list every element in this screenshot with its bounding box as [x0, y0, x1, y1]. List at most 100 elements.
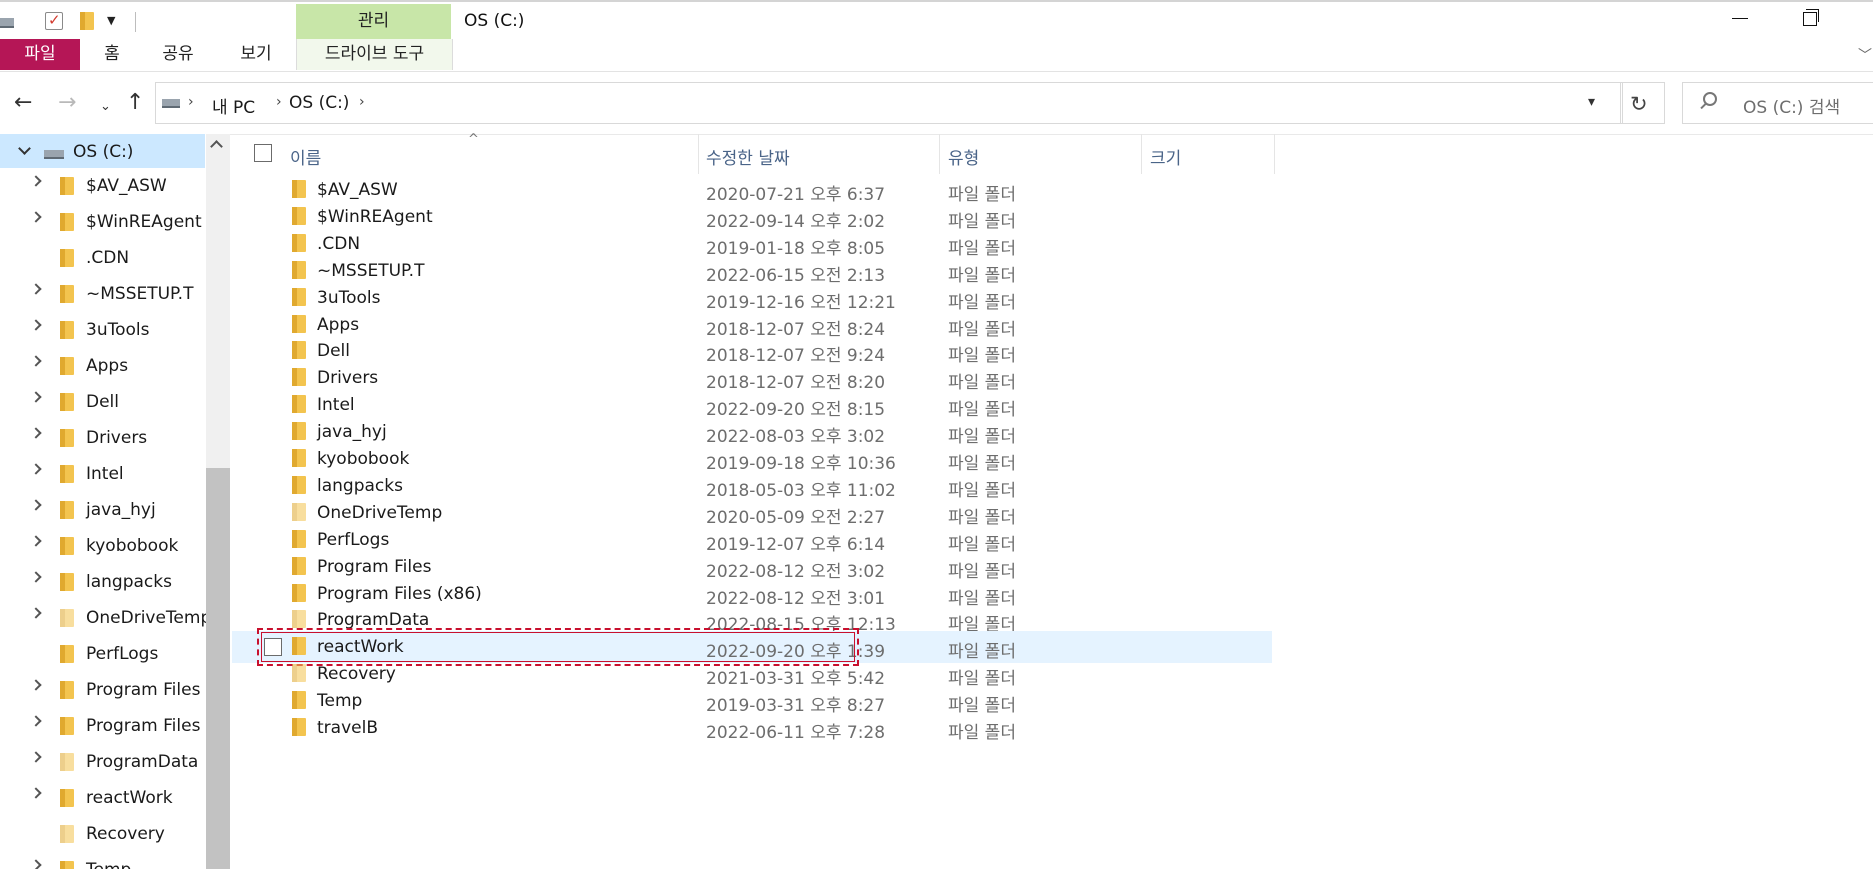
nav-item[interactable]: Drivers — [0, 420, 206, 456]
new-folder-icon[interactable] — [80, 12, 94, 30]
address-row: ← → ⌄ ↑ › 내 PC › OS (C:) › ▾ ↻ OS (C:) 검… — [0, 72, 1873, 135]
expand-icon[interactable] — [30, 427, 42, 439]
column-type[interactable]: 유형 — [948, 144, 979, 169]
nav-item-label: kyobobook — [86, 536, 179, 556]
tab-home[interactable]: 홈 — [92, 39, 132, 70]
column-divider[interactable] — [1274, 134, 1275, 174]
file-name: Recovery — [317, 664, 396, 685]
expand-icon[interactable] — [30, 535, 42, 547]
tab-drive-tools[interactable]: 드라이브 도구 — [296, 39, 453, 70]
folder-icon — [60, 861, 74, 869]
tab-view[interactable]: 보기 — [230, 39, 282, 70]
nav-item[interactable]: java_hyj — [0, 492, 206, 528]
breadcrumb-separator-icon[interactable]: › — [276, 94, 282, 110]
nav-item-label: Program Files ( — [86, 716, 206, 736]
nav-item[interactable]: Temp — [0, 852, 206, 869]
nav-item-label: Recovery — [86, 824, 165, 844]
file-name: Dell — [317, 341, 350, 362]
column-modified[interactable]: 수정한 날짜 — [706, 144, 790, 169]
nav-item-drive-root[interactable]: OS (C:) — [0, 134, 205, 168]
recent-locations-icon[interactable]: ⌄ — [100, 96, 111, 118]
nav-item[interactable]: ProgramData — [0, 744, 206, 780]
expand-icon[interactable] — [30, 211, 42, 223]
nav-scrollbar[interactable] — [206, 134, 230, 869]
expand-icon[interactable] — [30, 175, 42, 187]
nav-item-label: java_hyj — [86, 500, 156, 520]
folder-icon — [60, 753, 74, 771]
expand-icon[interactable] — [30, 463, 42, 475]
nav-item-label: OS (C:) — [73, 142, 134, 162]
expand-icon[interactable] — [30, 607, 42, 619]
scroll-up-icon[interactable] — [210, 140, 223, 153]
breadcrumb-separator-icon[interactable]: › — [188, 94, 194, 110]
nav-item[interactable]: reactWork — [0, 780, 206, 816]
column-divider[interactable] — [939, 134, 940, 174]
nav-item[interactable]: Apps — [0, 348, 206, 384]
minimize-icon[interactable] — [1732, 18, 1748, 19]
drive-icon[interactable] — [0, 12, 14, 30]
nav-item[interactable]: .CDN — [0, 240, 206, 276]
file-name: ~MSSETUP.T — [317, 260, 425, 281]
expand-icon[interactable] — [30, 283, 42, 295]
back-arrow-icon[interactable]: ← — [14, 92, 32, 114]
search-box[interactable]: OS (C:) 검색 — [1682, 82, 1873, 124]
collapse-icon[interactable] — [18, 142, 31, 155]
properties-icon[interactable] — [45, 11, 63, 30]
nav-item[interactable]: Program Files — [0, 672, 206, 708]
quick-access-dropdown-icon[interactable]: ▼ — [107, 14, 115, 27]
folder-icon — [292, 233, 306, 252]
tab-file[interactable]: 파일 — [0, 39, 80, 70]
file-name: .CDN — [317, 233, 361, 254]
nav-item[interactable]: ~MSSETUP.T — [0, 276, 206, 312]
tab-share[interactable]: 공유 — [152, 39, 204, 70]
nav-item[interactable]: $AV_ASW — [0, 168, 206, 204]
ribbon-expand-icon[interactable]: ﹀ — [1858, 45, 1872, 65]
expand-icon[interactable] — [30, 715, 42, 727]
nav-item-label: Temp — [86, 860, 131, 869]
expand-icon[interactable] — [30, 499, 42, 511]
restore-icon[interactable] — [1803, 9, 1819, 26]
expand-icon[interactable] — [30, 355, 42, 367]
folder-icon — [292, 556, 306, 575]
select-all-checkbox[interactable] — [254, 144, 272, 162]
expand-icon[interactable] — [30, 571, 42, 583]
folder-icon — [292, 583, 306, 602]
address-bar[interactable]: › 내 PC › OS (C:) › ▾ — [155, 82, 1623, 124]
refresh-icon[interactable]: ↻ — [1630, 92, 1648, 116]
address-history-dropdown-icon[interactable]: ▾ — [1588, 94, 1595, 110]
up-arrow-icon[interactable]: ↑ — [126, 92, 144, 114]
nav-item[interactable]: $WinREAgent — [0, 204, 206, 240]
quick-access-separator — [135, 12, 136, 32]
file-name: java_hyj — [317, 422, 387, 443]
nav-item[interactable]: 3uTools — [0, 312, 206, 348]
expand-icon[interactable] — [30, 751, 42, 763]
breadcrumb-drive[interactable]: OS (C:) — [289, 93, 349, 113]
expand-icon[interactable] — [30, 319, 42, 331]
nav-item[interactable]: Program Files ( — [0, 708, 206, 744]
expand-icon[interactable] — [30, 679, 42, 691]
column-divider[interactable] — [1141, 134, 1142, 174]
nav-item[interactable]: PerfLogs — [0, 636, 206, 672]
nav-item[interactable]: Recovery — [0, 816, 206, 852]
breadcrumb-separator-icon[interactable]: › — [359, 94, 365, 110]
nav-item-label: Program Files — [86, 680, 201, 700]
forward-arrow-icon[interactable]: → — [58, 92, 76, 114]
expand-icon[interactable] — [30, 787, 42, 799]
column-name[interactable]: 이름 — [290, 144, 321, 169]
column-divider[interactable] — [698, 134, 699, 174]
expand-icon[interactable] — [30, 859, 42, 869]
breadcrumb-this-pc[interactable]: 내 PC — [212, 93, 255, 118]
nav-scroll-thumb[interactable] — [206, 468, 230, 869]
column-size[interactable]: 크기 — [1150, 144, 1181, 169]
file-name: kyobobook — [317, 449, 410, 469]
folder-icon — [60, 645, 74, 663]
file-modified-date: 2022-06-11 오후 7:28 — [706, 723, 886, 743]
file-row[interactable]: travelB 2022-06-11 오후 7:28 파일 폴더 — [232, 712, 1272, 744]
nav-item[interactable]: langpacks — [0, 564, 206, 600]
nav-item[interactable]: kyobobook — [0, 528, 206, 564]
nav-item[interactable]: OneDriveTemp — [0, 600, 206, 636]
expand-icon[interactable] — [30, 391, 42, 403]
nav-item[interactable]: Dell — [0, 384, 206, 420]
nav-item[interactable]: Intel — [0, 456, 206, 492]
tab-manage[interactable]: 관리 — [296, 4, 451, 40]
